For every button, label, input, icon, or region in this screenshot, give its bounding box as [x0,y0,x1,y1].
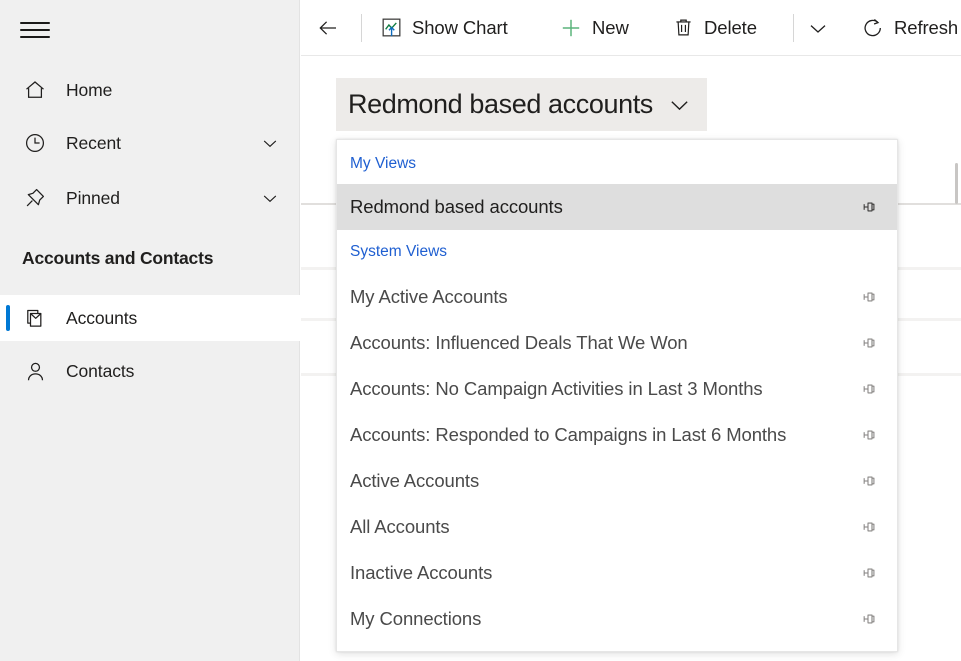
back-arrow-icon [316,16,340,40]
refresh-button[interactable]: Refresh [861,0,958,55]
back-button[interactable] [316,0,349,55]
selection-indicator [6,305,10,331]
flyout-group-header-my-views: My Views [350,154,417,172]
sidebar-item-contacts[interactable]: Contacts [0,348,300,394]
flyout-item-all-accounts[interactable]: All Accounts [337,504,897,550]
flyout-group-header-system-views: System Views [350,243,448,260]
flyout-item-label: Active Accounts [350,470,480,491]
trash-icon [671,16,695,40]
flyout-item-active-accounts[interactable]: Active Accounts [337,458,897,504]
pin-icon[interactable] [855,196,877,218]
sidebar-item-home[interactable]: Home [0,68,300,112]
new-label: New [592,16,629,38]
vertical-scrollbar-thumb[interactable] [955,163,958,204]
accounts-icon [22,305,48,331]
flyout-item-label: My Active Accounts [350,286,508,307]
pin-icon[interactable] [855,424,877,446]
refresh-icon [861,16,885,40]
plus-icon [559,16,583,40]
flyout-item-label: All Accounts [350,516,450,537]
pin-icon [22,185,48,211]
view-selector-flyout: My Views Redmond based accounts System V… [336,139,898,652]
chevron-down-icon [806,16,830,40]
pin-icon[interactable] [855,378,877,400]
toolbar-divider-2 [793,14,794,42]
app-root: Home Recent Pinned Accounts and Contacts… [0,0,961,661]
command-bar: Show Chart New Delete Refresh [301,0,961,56]
flyout-item-accounts-responded-to-campaigns-in-last-6-months[interactable]: Accounts: Responded to Campaigns in Last… [337,412,897,458]
flyout-item-my-active-accounts[interactable]: My Active Accounts [337,274,897,320]
show-chart-button[interactable]: Show Chart [379,0,508,55]
flyout-item-label: Accounts: Influenced Deals That We Won [350,332,688,353]
flyout-item-my-connections[interactable]: My Connections [337,596,897,642]
pin-icon[interactable] [855,608,877,630]
toolbar-divider-1 [361,14,362,42]
chevron-down-icon[interactable] [260,133,280,153]
sidebar-item-label: Contacts [66,360,135,381]
flyout-item-label: Inactive Accounts [350,562,493,583]
chevron-down-icon[interactable] [260,188,280,208]
pin-icon[interactable] [855,286,877,308]
delete-button[interactable]: Delete [671,0,757,55]
sidebar-item-accounts[interactable]: Accounts [0,295,300,341]
sidebar-item-pinned[interactable]: Pinned [0,176,300,220]
sidebar-item-label: Recent [66,132,121,153]
flyout-item-label: Redmond based accounts [350,196,563,217]
new-button[interactable]: New [559,0,629,55]
chevron-down-icon [666,91,693,118]
view-selector-label: Redmond based accounts [348,89,653,119]
pin-icon[interactable] [855,516,877,538]
flyout-item-label: Accounts: No Campaign Activities in Last… [350,378,763,399]
pin-icon[interactable] [855,470,877,492]
show-chart-label: Show Chart [412,16,508,38]
sidebar-item-label: Accounts [66,307,138,328]
person-icon [22,358,48,384]
flyout-item-redmond-based-accounts[interactable]: Redmond based accounts [337,184,897,230]
show-chart-icon [379,16,403,40]
pin-icon[interactable] [855,332,877,354]
view-selector-button[interactable]: Redmond based accounts [336,78,707,131]
flyout-item-label: My Connections [350,608,482,629]
sidebar: Home Recent Pinned Accounts and Contacts… [0,0,300,661]
sidebar-item-label: Pinned [66,187,120,208]
flyout-item-accounts-no-campaign-activities-in-last-3-months[interactable]: Accounts: No Campaign Activities in Last… [337,366,897,412]
hamburger-icon[interactable] [20,22,50,42]
sidebar-item-recent[interactable]: Recent [0,121,300,165]
delete-label: Delete [704,16,757,38]
flyout-item-accounts-influenced-deals-that-we-won[interactable]: Accounts: Influenced Deals That We Won [337,320,897,366]
home-icon [22,77,48,103]
clock-icon [22,130,48,156]
sidebar-item-label: Home [66,79,113,100]
overflow-button[interactable] [806,0,839,55]
sidebar-group-header: Accounts and Contacts [22,248,214,268]
flyout-item-label: Accounts: Responded to Campaigns in Last… [350,424,787,445]
pin-icon[interactable] [855,562,877,584]
refresh-label: Refresh [894,16,959,38]
flyout-item-inactive-accounts[interactable]: Inactive Accounts [337,550,897,596]
